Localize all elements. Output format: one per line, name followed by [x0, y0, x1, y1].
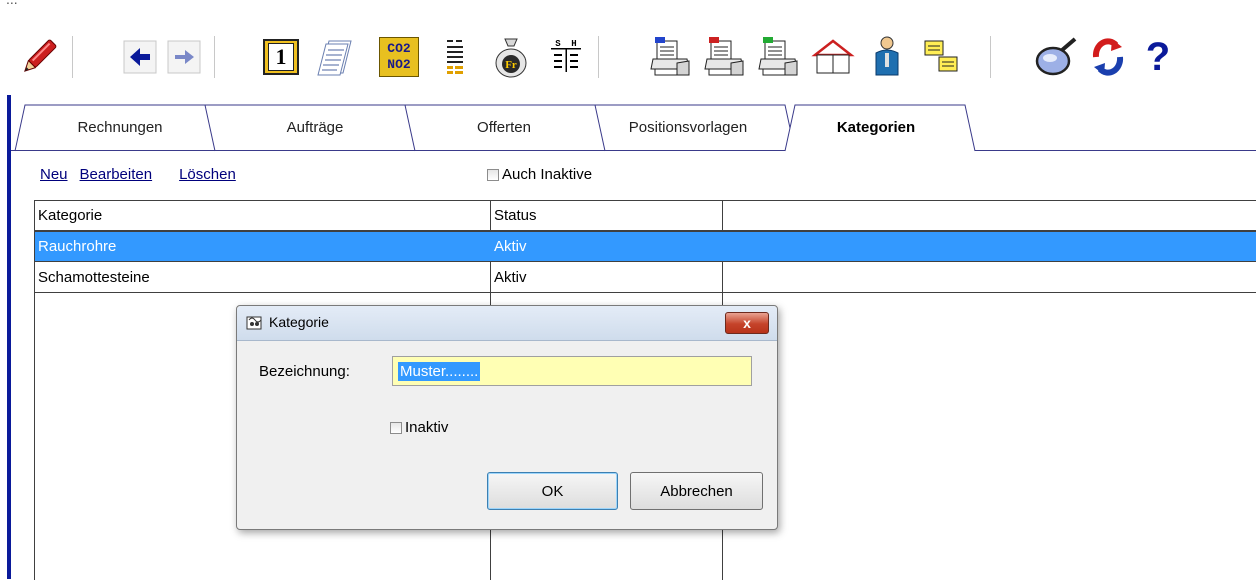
toolbar-separator: [72, 36, 73, 78]
stack-documents-icon[interactable]: [312, 34, 358, 80]
table-row[interactable]: Rauchrohre Aktiv: [35, 232, 1256, 262]
help-label: ?: [1145, 34, 1171, 79]
toolbar-separator: [990, 36, 991, 78]
ok-button[interactable]: OK: [487, 472, 618, 510]
cancel-button[interactable]: Abbrechen: [630, 472, 763, 510]
action-links: Neu Bearbeiten Löschen: [40, 166, 236, 183]
cell-empty: [722, 263, 1256, 292]
window-title-fragment: ...: [6, 0, 18, 7]
back-arrow-icon[interactable]: [118, 34, 162, 80]
app-icon: [246, 314, 264, 336]
inaktiv-label: Inaktiv: [405, 419, 449, 436]
tab-kategorien-label: Kategorien: [836, 119, 916, 136]
cancel-button-label: Abbrechen: [660, 482, 733, 500]
tab-auftraege[interactable]: Aufträge: [218, 104, 412, 151]
no2-label: NO2: [387, 57, 411, 72]
show-inactive-checkbox[interactable]: Auch Inaktive: [487, 166, 592, 183]
day-one-icon[interactable]: 1: [258, 34, 304, 80]
forward-arrow-icon[interactable]: [162, 34, 206, 80]
left-edge-bar: [7, 95, 11, 579]
tab-rechnungen[interactable]: Rechnungen: [30, 104, 210, 151]
toolbar-separator: [214, 36, 215, 78]
toolbar-separator: [598, 36, 599, 78]
tab-positionsvorlagen-label: Positionsvorlagen: [628, 119, 748, 136]
cell-status: Aktiv: [490, 232, 722, 261]
close-button[interactable]: x: [725, 312, 769, 334]
person-icon[interactable]: [862, 34, 912, 80]
new-link[interactable]: Neu: [40, 166, 68, 183]
co2-label: CO2: [387, 41, 411, 56]
tab-auftraege-label: Aufträge: [286, 119, 344, 136]
tab-rechnungen-label: Rechnungen: [77, 119, 163, 136]
delete-link[interactable]: Löschen: [179, 166, 236, 183]
bezeichnung-value: Muster........: [398, 361, 481, 381]
cell-kategorie: Schamottesteine: [38, 269, 150, 286]
column-header-kategorie[interactable]: Kategorie: [35, 201, 490, 230]
column-header-status[interactable]: Status: [490, 201, 722, 230]
sh-columns-icon[interactable]: S H: [546, 34, 586, 80]
inaktiv-box[interactable]: [390, 421, 402, 434]
printer-red-icon[interactable]: [700, 34, 750, 80]
column-header-empty: [722, 201, 1256, 230]
tab-offerten-label: Offerten: [477, 119, 531, 136]
day-number: 1: [268, 43, 294, 71]
co2-no2-icon[interactable]: CO2 NO2: [376, 34, 422, 80]
money-label: Fr: [505, 59, 517, 71]
printer-blue-icon[interactable]: [646, 34, 696, 80]
sh-right-label: H: [571, 39, 576, 49]
cards-icon[interactable]: [916, 34, 966, 80]
house-icon[interactable]: [808, 34, 858, 80]
tab-positionsvorlagen[interactable]: Positionsvorlagen: [596, 104, 780, 151]
help-icon[interactable]: ?: [1136, 34, 1180, 80]
toolbar: 1 CO2 NO2 Fr S H ?: [0, 22, 1256, 92]
refresh-icon[interactable]: [1084, 34, 1132, 80]
cell-kategorie: Rauchrohre: [38, 238, 117, 255]
show-inactive-box[interactable]: [487, 168, 499, 181]
list-icon[interactable]: [436, 34, 476, 80]
dialog-title: Kategorie: [269, 314, 329, 330]
sh-left-label: S: [555, 39, 561, 49]
kategorie-dialog: Kategorie x Bezeichnung: Muster........ …: [236, 305, 778, 530]
bezeichnung-label: Bezeichnung:: [259, 363, 350, 380]
magnifier-icon[interactable]: [1030, 34, 1082, 80]
inaktiv-checkbox[interactable]: Inaktiv: [390, 419, 448, 436]
tab-offerten[interactable]: Offerten: [412, 104, 596, 151]
edit-link[interactable]: Bearbeiten: [80, 166, 153, 183]
show-inactive-label: Auch Inaktive: [502, 166, 593, 183]
window-title-strip: ...: [0, 0, 1256, 22]
cell-empty: [722, 232, 1256, 261]
ok-button-label: OK: [541, 482, 564, 500]
pen-icon[interactable]: [14, 34, 64, 80]
bezeichnung-input[interactable]: Muster........: [392, 356, 752, 386]
printer-green-icon[interactable]: [754, 34, 804, 80]
close-icon: x: [743, 315, 751, 331]
tab-kategorien[interactable]: Kategorien: [796, 104, 956, 151]
table-row[interactable]: Schamottesteine Aktiv: [35, 263, 1256, 293]
money-bag-icon[interactable]: Fr: [486, 34, 536, 80]
cell-status: Aktiv: [490, 263, 722, 292]
grid-header: Kategorie Status: [35, 201, 1256, 232]
dialog-titlebar[interactable]: Kategorie x: [237, 306, 777, 341]
